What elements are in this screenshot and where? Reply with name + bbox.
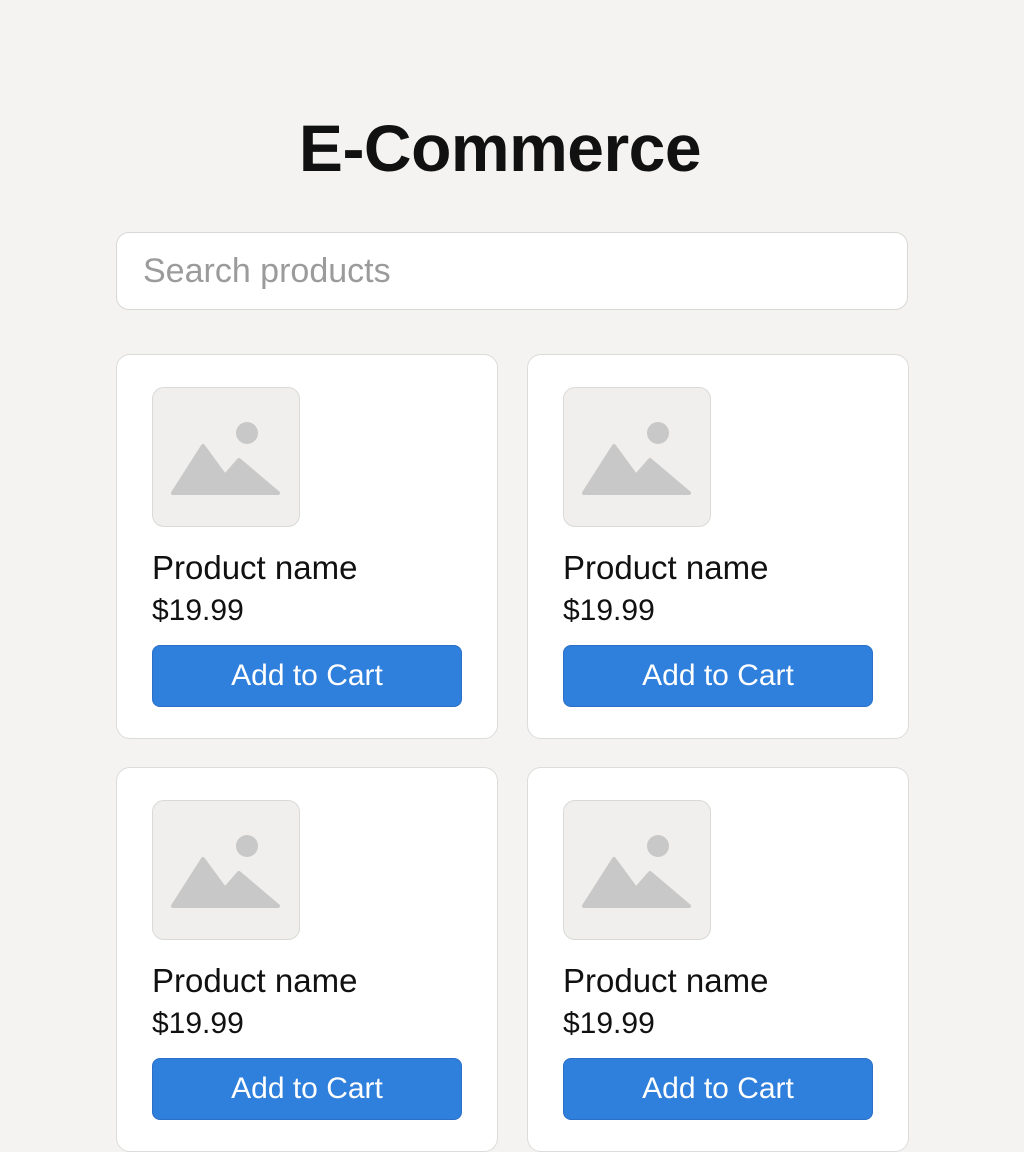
image-placeholder-icon	[171, 835, 280, 908]
product-card: Product name $19.99 Add to Cart	[116, 767, 498, 1152]
add-to-cart-button[interactable]: Add to Cart	[152, 645, 462, 707]
image-placeholder-icon	[582, 422, 691, 495]
product-name[interactable]: Product name	[152, 548, 357, 588]
product-card: Product name $19.99 Add to Cart	[527, 354, 909, 739]
page-title: E-Commerce	[298, 111, 702, 185]
product-card: Product name $19.99 Add to Cart	[527, 767, 909, 1152]
product-card: Product name $19.99 Add to Cart	[116, 354, 498, 739]
search-input[interactable]	[116, 232, 908, 310]
product-price: $19.99	[563, 594, 655, 627]
product-price: $19.99	[152, 594, 244, 627]
add-to-cart-button[interactable]: Add to Cart	[563, 1058, 873, 1120]
product-price: $19.99	[152, 1007, 244, 1040]
add-to-cart-button[interactable]: Add to Cart	[152, 1058, 462, 1120]
product-image	[152, 387, 300, 527]
product-image	[563, 800, 711, 940]
product-price: $19.99	[563, 1007, 655, 1040]
product-image	[152, 800, 300, 940]
product-name[interactable]: Product name	[152, 961, 357, 1001]
image-placeholder-icon	[171, 422, 280, 495]
product-name[interactable]: Product name	[563, 548, 768, 588]
add-to-cart-button[interactable]: Add to Cart	[563, 645, 873, 707]
image-placeholder-icon	[582, 835, 691, 908]
product-image	[563, 387, 711, 527]
product-name[interactable]: Product name	[563, 961, 768, 1001]
